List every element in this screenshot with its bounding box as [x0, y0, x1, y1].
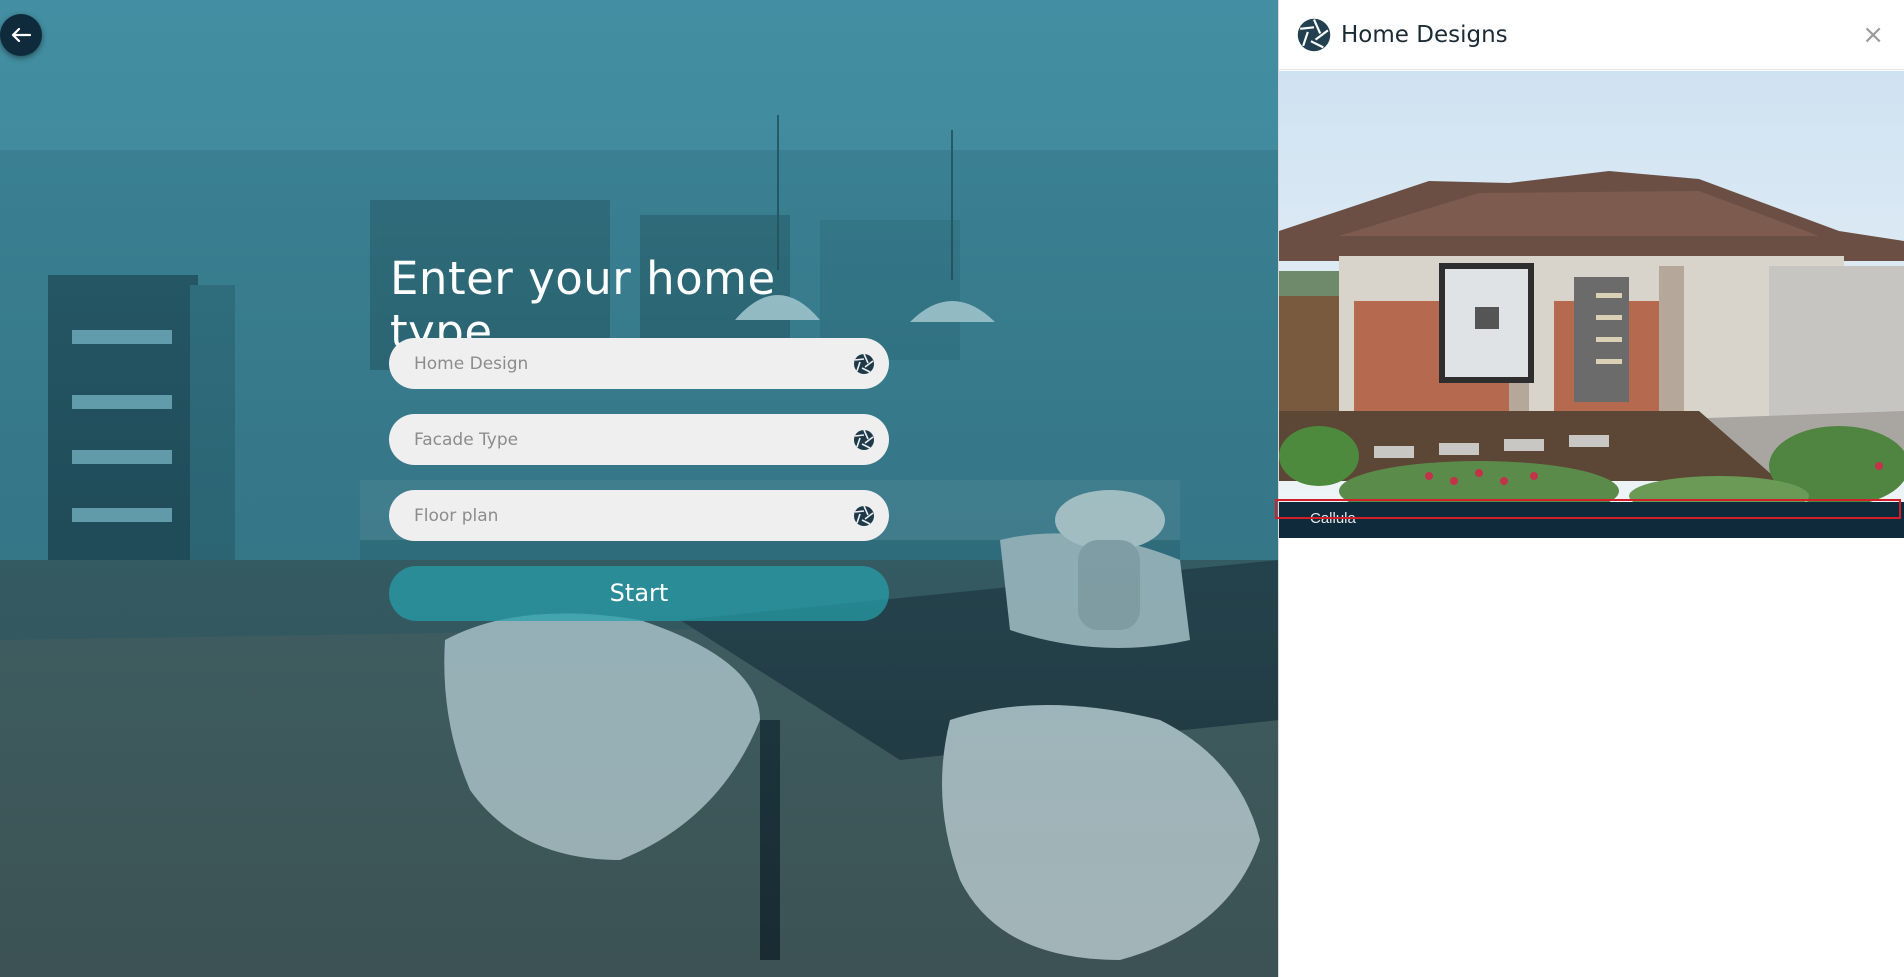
aperture-icon: [1297, 18, 1331, 52]
close-icon[interactable]: ×: [1862, 22, 1884, 48]
design-caption-bar: [1279, 502, 1904, 538]
aperture-icon: [853, 505, 875, 527]
panel-header: Home Designs ×: [1279, 0, 1904, 70]
panel-title: Home Designs: [1341, 21, 1508, 48]
kitchen-background-image: [0, 0, 1279, 977]
house-thumbnail: [1279, 71, 1904, 511]
home-design-placeholder: Home Design: [414, 353, 529, 374]
aperture-icon: [853, 429, 875, 451]
facade-type-placeholder: Facade Type: [414, 429, 519, 450]
floor-plan-placeholder: Floor plan: [414, 505, 499, 526]
back-button[interactable]: [0, 14, 42, 56]
home-designs-panel: Home Designs ×: [1279, 0, 1904, 977]
design-card[interactable]: [1279, 71, 1904, 538]
background-stage: [0, 0, 1279, 977]
floor-plan-field[interactable]: Floor plan: [389, 490, 889, 541]
facade-type-field[interactable]: Facade Type: [389, 414, 889, 465]
arrow-left-icon: [11, 28, 31, 42]
aperture-icon: [853, 353, 875, 375]
start-button[interactable]: Start: [389, 566, 889, 621]
design-name-label: Callula: [1310, 510, 1356, 527]
home-design-field[interactable]: Home Design: [389, 338, 889, 389]
